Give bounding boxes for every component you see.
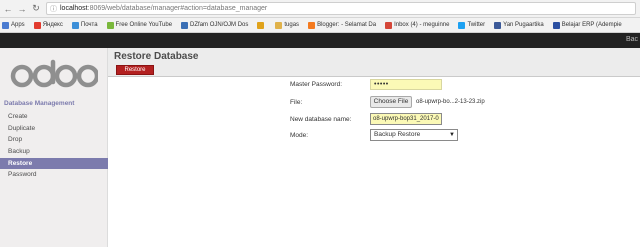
choose-file-button[interactable]: Choose File bbox=[370, 96, 412, 108]
bookmark-label: Twitter bbox=[467, 22, 486, 28]
bookmark-item[interactable]: Inbox (4) - meguinne bbox=[385, 21, 450, 29]
bookmark-label: Yan Pugaartika bbox=[503, 22, 544, 28]
bookmark-label: Почта bbox=[80, 22, 98, 28]
back-icon[interactable]: ← bbox=[2, 3, 14, 15]
odoo-topbar: Bac bbox=[0, 33, 640, 48]
bookmark-label: Inbox (4) - meguinne bbox=[394, 22, 450, 28]
bookmark-label: Belajar ERP (Adempie bbox=[561, 22, 622, 28]
file-row: File: Choose File o8-upwrp-bo...2-13-23.… bbox=[288, 96, 518, 110]
url-path: :8069/web/database/manager#action=databa… bbox=[87, 5, 268, 12]
main-header: Restore Database Restore bbox=[108, 48, 640, 77]
bookmark-icon bbox=[106, 21, 114, 29]
sidebar-item-create[interactable]: Create bbox=[0, 111, 108, 123]
bookmark-item[interactable]: Почта bbox=[71, 21, 98, 29]
bookmark-item[interactable]: Belajar ERP (Adempie bbox=[552, 21, 622, 29]
bookmark-icon bbox=[33, 21, 41, 29]
new-db-label: New database name: bbox=[290, 116, 352, 123]
bookmark-label: tugas bbox=[284, 22, 300, 28]
bookmark-item[interactable] bbox=[257, 21, 266, 29]
bookmark-icon bbox=[308, 21, 316, 29]
master-password-label: Master Password: bbox=[290, 81, 343, 88]
bookmark-item[interactable]: Apps bbox=[2, 21, 25, 29]
page-title: Restore Database bbox=[114, 51, 199, 62]
bookmark-icon bbox=[552, 21, 560, 29]
bookmark-label: Apps bbox=[11, 22, 25, 28]
bookmarks-bar: Apps Яндекс Почта Free Online YouTube DZfam … bbox=[0, 18, 640, 33]
sidebar: Database Management Create Duplicate Drop B… bbox=[0, 48, 108, 247]
mode-select[interactable]: Backup Restore ▼ bbox=[370, 129, 458, 141]
sidebar-item-backup[interactable]: Backup bbox=[0, 146, 108, 158]
new-db-row: New database name: o8-upwrp-bop31_2017-0 bbox=[288, 113, 518, 127]
master-password-field[interactable]: ••••• bbox=[370, 79, 442, 90]
file-name: o8-upwrp-bo...2-13-23.zip bbox=[416, 99, 485, 105]
page-info-icon[interactable]: ⓘ bbox=[50, 4, 57, 14]
master-password-row: Master Password: ••••• bbox=[288, 78, 518, 92]
mode-select-value: Backup Restore bbox=[374, 131, 421, 138]
browser-url-bar: ← → ↻ ⓘ localhost :8069/web/database/man… bbox=[0, 0, 640, 18]
sidebar-menu: Create Duplicate Drop Backup Restore Password bbox=[0, 111, 108, 181]
restore-button[interactable]: Restore bbox=[116, 65, 154, 75]
url-host: localhost bbox=[60, 5, 88, 12]
new-db-name-field[interactable]: o8-upwrp-bop31_2017-0 bbox=[370, 113, 442, 125]
bookmark-icon bbox=[71, 21, 79, 29]
bookmark-label: Free Online YouTube bbox=[115, 22, 173, 28]
sidebar-title: Database Management bbox=[4, 100, 75, 107]
bookmark-label: Яндекс bbox=[42, 22, 63, 28]
bookmark-icon bbox=[181, 21, 189, 29]
mode-label: Mode: bbox=[290, 132, 309, 139]
bookmark-label: DZfam OJN/OJM Dos bbox=[190, 22, 249, 28]
bookmark-icon bbox=[458, 21, 466, 29]
bookmark-item[interactable]: Twitter bbox=[458, 21, 486, 29]
forward-icon[interactable]: → bbox=[16, 3, 28, 15]
reload-icon[interactable]: ↻ bbox=[30, 3, 42, 15]
bookmark-item[interactable]: tugas bbox=[275, 21, 300, 29]
topbar-link[interactable]: Bac bbox=[626, 36, 638, 43]
bookmark-item[interactable]: Blogger: - Selamat Da bbox=[308, 21, 377, 29]
mode-row: Mode: Backup Restore ▼ bbox=[288, 129, 518, 143]
bookmark-icon bbox=[257, 21, 265, 29]
bookmark-label: Blogger: - Selamat Da bbox=[317, 22, 377, 28]
odoo-logo bbox=[10, 59, 98, 88]
sidebar-item-drop[interactable]: Drop bbox=[0, 134, 108, 146]
bookmark-icon bbox=[275, 21, 283, 29]
sidebar-item-restore[interactable]: Restore bbox=[0, 157, 108, 170]
bookmark-icon bbox=[385, 21, 393, 29]
bookmark-icon bbox=[494, 21, 502, 29]
bookmark-item[interactable]: Яндекс bbox=[33, 21, 63, 29]
address-bar[interactable]: ⓘ localhost :8069/web/database/manager#a… bbox=[46, 2, 636, 15]
bookmark-icon bbox=[2, 21, 9, 29]
bookmark-item[interactable]: Free Online YouTube bbox=[106, 21, 173, 29]
sidebar-item-password[interactable]: Password bbox=[0, 169, 108, 181]
bookmark-item[interactable]: DZfam OJN/OJM Dos bbox=[181, 21, 249, 29]
sidebar-item-duplicate[interactable]: Duplicate bbox=[0, 123, 108, 135]
dropdown-arrow-icon: ▼ bbox=[449, 132, 455, 138]
file-label: File: bbox=[290, 99, 303, 106]
bookmark-item[interactable]: Yan Pugaartika bbox=[494, 21, 544, 29]
